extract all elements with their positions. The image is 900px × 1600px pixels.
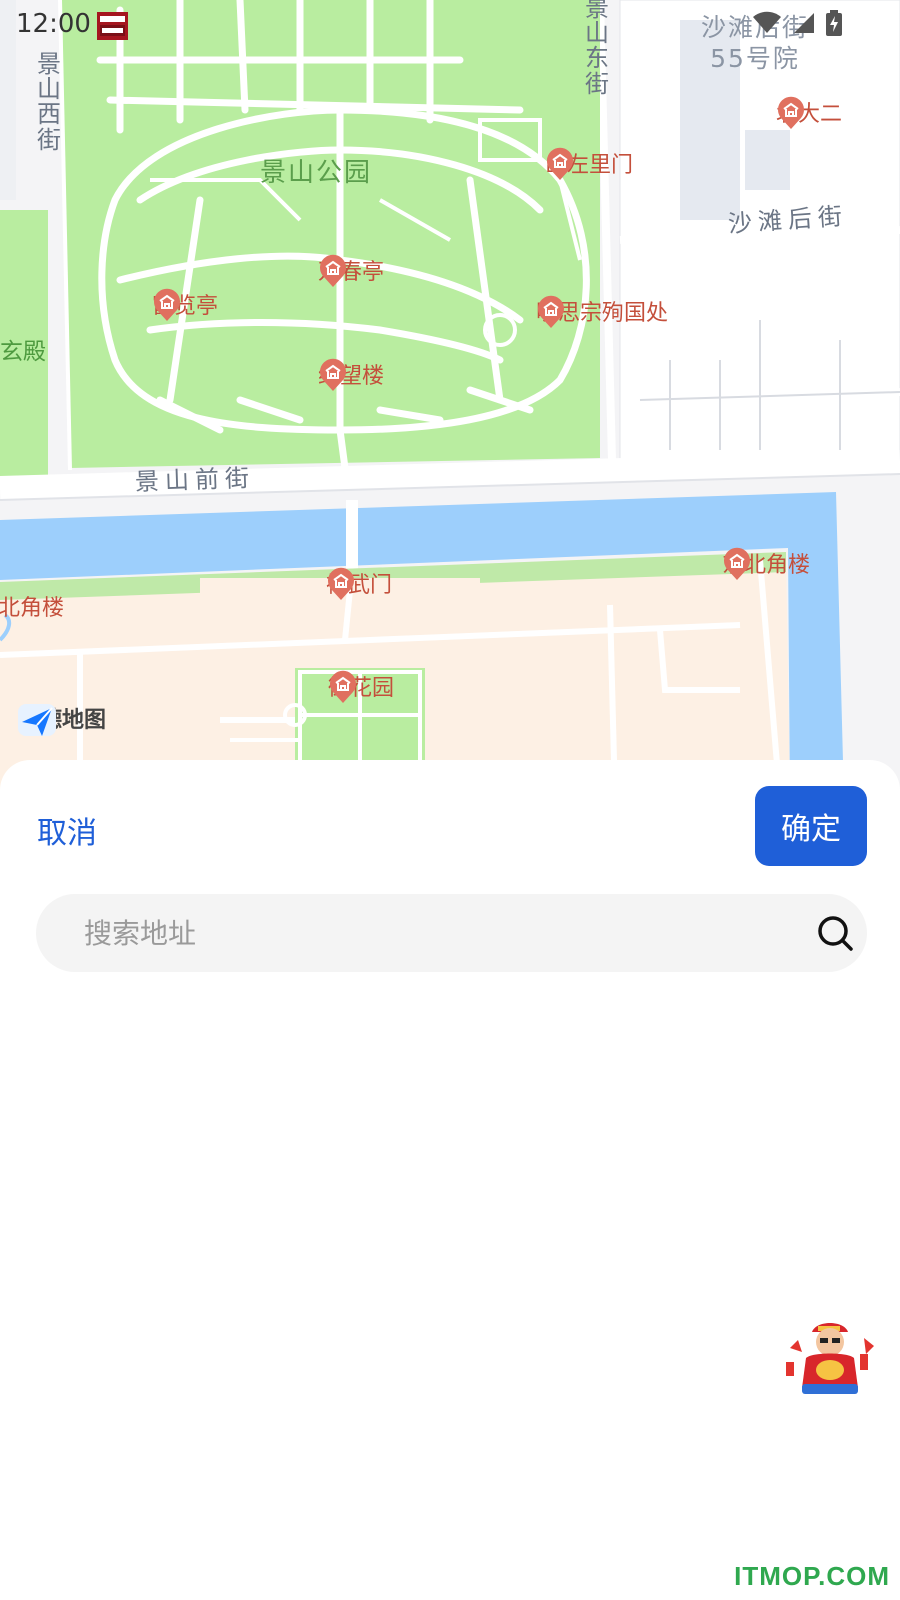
- status-bar: 12:00: [0, 0, 900, 50]
- poi-pin-icon: [328, 567, 354, 600]
- poi-northeast-tower[interactable]: 东北角楼: [722, 547, 810, 580]
- poi-yuhuayuan[interactable]: 御花园: [328, 670, 394, 703]
- status-icons: [752, 10, 842, 36]
- poi-pin-icon: [320, 358, 346, 391]
- poi-pin-icon: [778, 96, 804, 129]
- poi-pin-icon: [547, 147, 573, 180]
- poi-mingsizong[interactable]: 明思宗殉国处: [536, 295, 668, 328]
- wifi-icon: [753, 11, 781, 33]
- poi-pin-icon: [320, 254, 346, 287]
- map-view[interactable]: 景山西街 景山东街 景山前街 沙滩后街 景山公园 沙滩后街 55号院 玄殿 万春…: [0, 0, 900, 800]
- location-picker-screen: 景山西街 景山东街 景山前街 沙滩后街 景山公园 沙滩后街 55号院 玄殿 万春…: [0, 0, 900, 1600]
- poi-pin-icon: [724, 547, 750, 580]
- poi-pin-icon: [154, 288, 180, 321]
- map-canvas[interactable]: [0, 0, 900, 800]
- signal-icon: [794, 13, 814, 33]
- confirm-button[interactable]: 确定: [755, 786, 867, 866]
- mascot-floating-icon[interactable]: [782, 1318, 880, 1396]
- battery-charging-icon: [826, 10, 842, 36]
- cancel-button[interactable]: 取消: [37, 808, 97, 852]
- poi-wanchunting[interactable]: 万春亭: [318, 254, 384, 287]
- amap-logo: 高德地图: [18, 702, 106, 736]
- poi-pin-icon: [538, 295, 564, 328]
- poi-fulanting[interactable]: 富览亭: [152, 288, 218, 321]
- park-label: 景山公园: [260, 158, 373, 188]
- amap-logo-icon: [18, 704, 56, 736]
- poi-beida[interactable]: 北大二: [776, 96, 842, 129]
- poi-shanzuolimen[interactable]: 山左里门: [545, 147, 633, 180]
- watermark: ITMOP.COM: [734, 1561, 890, 1591]
- hall-label: 玄殿: [0, 339, 46, 365]
- poi-qiwanglou[interactable]: 绮望楼: [318, 358, 384, 391]
- search-bar[interactable]: [36, 894, 867, 972]
- poi-pin-icon: [330, 670, 356, 703]
- poi-label: 北角楼: [0, 596, 65, 621]
- street-label-jingshan-front: 景山前街: [134, 463, 256, 497]
- bottom-sheet: 取消 确定: [0, 760, 900, 1600]
- search-input[interactable]: [84, 894, 764, 972]
- poi-northwest-tower[interactable]: 北角楼: [0, 590, 64, 622]
- search-icon[interactable]: [816, 914, 854, 952]
- app-notification-icon: [97, 12, 128, 40]
- status-time: 12:00: [16, 9, 91, 39]
- poi-shenwumen[interactable]: 神武门: [326, 567, 392, 600]
- street-label-jingshan-west: 景山西街: [37, 50, 61, 154]
